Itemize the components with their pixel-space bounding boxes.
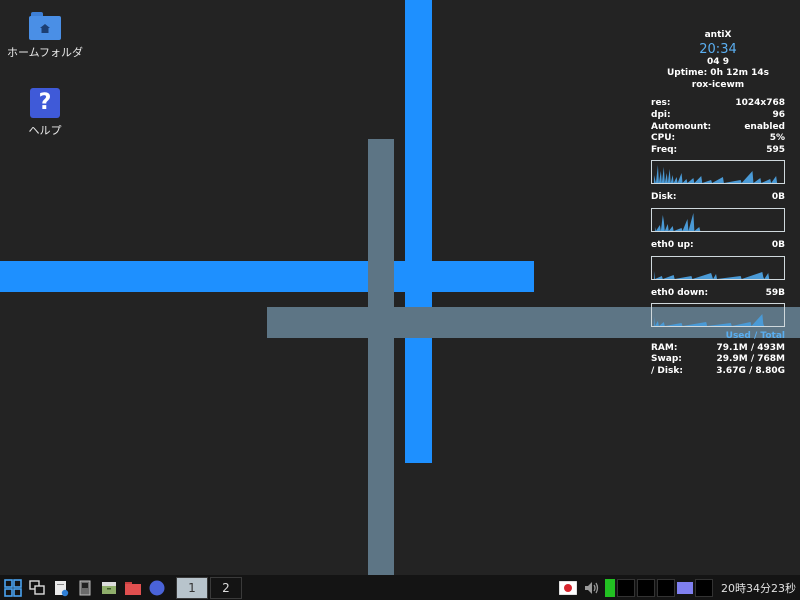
- file-manager-icon: [55, 580, 69, 596]
- disk-value: 0B: [771, 192, 785, 203]
- usage-header: Used / Total: [725, 331, 785, 342]
- eth0-down-graph: [651, 303, 785, 328]
- usage-value: 3.67G / 8.80G: [716, 365, 785, 376]
- system-monitor: antiX 20:34 04 9 Uptime: 0h 12m 14s rox-…: [651, 30, 785, 378]
- hostname: antiX: [704, 30, 732, 40]
- disk-label: Disk:: [651, 192, 677, 203]
- folder-button[interactable]: [122, 577, 144, 599]
- keyboard-layout-flag-icon: [559, 580, 577, 595]
- eth0-down-row: eth0 down: 59B: [651, 288, 785, 300]
- taskbar: 1 2 20時34分23秒: [0, 575, 800, 600]
- folder-icon: [125, 581, 141, 595]
- desktop-icon-label: ホームフォルダ: [6, 46, 83, 59]
- start-menu-button[interactable]: [2, 577, 24, 599]
- volume-icon: [585, 581, 599, 594]
- usage-value: 79.1M / 493M: [716, 342, 785, 353]
- show-windows-button[interactable]: [26, 577, 48, 599]
- eth0-down-label: eth0 down:: [651, 287, 709, 298]
- conky-date: 04 9: [707, 56, 729, 67]
- home-folder-icon: [29, 12, 61, 40]
- usage-value: 29.9M / 768M: [716, 354, 785, 365]
- stat-value: 595: [766, 144, 785, 155]
- desktop-icon-help[interactable]: ? ヘルプ: [0, 88, 90, 138]
- workspace-2-button[interactable]: 2: [210, 576, 242, 599]
- window-list-icon: [29, 579, 45, 595]
- workspace-1-button[interactable]: 1: [176, 576, 208, 599]
- terminal-icon: [79, 580, 91, 595]
- stat-row: dpi: 96: [651, 110, 785, 122]
- usage-row: Swap: 29.9M / 768M: [651, 354, 785, 366]
- stat-value: 96: [772, 109, 785, 120]
- volume-button[interactable]: [581, 577, 603, 599]
- network-monitor-icon: [657, 578, 675, 597]
- eth0-down-value: 59B: [765, 287, 785, 298]
- cpu-monitor-graph: [637, 578, 655, 597]
- file-manager-button[interactable]: [50, 577, 72, 599]
- stat-label: Automount:: [651, 121, 712, 132]
- desktop-icon-label: ヘルプ: [28, 124, 62, 137]
- cpu-monitor-graph: [617, 578, 635, 597]
- desktop-icon-home-folder[interactable]: ホームフォルダ: [0, 12, 90, 60]
- stat-label: dpi:: [651, 109, 671, 120]
- wallpaper-bar: [0, 261, 534, 292]
- file-cabinet-icon: [102, 581, 116, 594]
- stat-row: Automount: enabled: [651, 122, 785, 134]
- window-manager: rox-icewm: [691, 79, 745, 90]
- eth0-up-row: eth0 up: 0B: [651, 240, 785, 252]
- stat-value: 5%: [769, 133, 785, 144]
- stat-label: Freq:: [651, 144, 678, 155]
- disk-graph: [651, 207, 785, 232]
- stat-row: res: 1024x768: [651, 98, 785, 110]
- stat-label: res:: [651, 98, 671, 109]
- help-icon: ?: [30, 88, 60, 118]
- network-monitor-graph: [677, 581, 693, 594]
- file-cabinet-button[interactable]: [98, 577, 120, 599]
- stat-label: CPU:: [651, 133, 676, 144]
- usage-row: RAM: 79.1M / 493M: [651, 343, 785, 355]
- wallpaper-bar: [368, 139, 394, 575]
- eth0-up-graph: [651, 255, 785, 280]
- eth0-up-value: 0B: [771, 239, 785, 250]
- stat-value: 1024x768: [735, 98, 785, 109]
- uptime: Uptime: 0h 12m 14s: [666, 68, 770, 79]
- cpu-monitor[interactable]: [603, 578, 655, 597]
- eth0-up-label: eth0 up:: [651, 239, 694, 250]
- disk-row: Disk: 0B: [651, 192, 785, 204]
- terminal-button[interactable]: [74, 577, 96, 599]
- stat-row: CPU: 5%: [651, 133, 785, 145]
- usage-label: RAM:: [651, 342, 678, 353]
- conky-clock: 20:34: [699, 41, 737, 57]
- browser-icon: [149, 580, 165, 595]
- cpu-monitor-icon: [605, 578, 615, 597]
- wallpaper-bar: [405, 0, 432, 463]
- usage-label: / Disk:: [651, 365, 683, 376]
- start-menu-icon: [4, 578, 22, 597]
- usage-label: Swap:: [651, 354, 682, 365]
- keyboard-layout-button[interactable]: [557, 577, 579, 599]
- usage-row: / Disk: 3.67G / 8.80G: [651, 366, 785, 378]
- stat-value: enabled: [744, 121, 785, 132]
- cpu-graph: [651, 160, 785, 185]
- network-monitor[interactable]: [655, 578, 713, 597]
- network-monitor-graph: [695, 578, 713, 597]
- taskbar-clock[interactable]: 20時34分23秒: [721, 580, 796, 596]
- system-tray: 20時34分23秒: [555, 575, 800, 600]
- stat-row: Freq: 595: [651, 145, 785, 157]
- browser-button[interactable]: [146, 577, 168, 599]
